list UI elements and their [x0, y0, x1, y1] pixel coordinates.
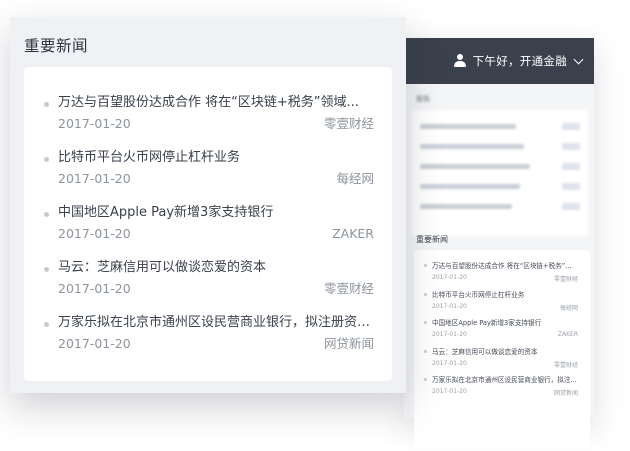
news-list: 万达与百望股份达成合作 将在“区块链+税务”领域... 2017-01-20 零壹…	[24, 67, 392, 381]
news-headline[interactable]: 万家乐拟在北京市通州区设民营商业银行，拟注册资本...	[58, 314, 374, 332]
news-source: 每经网	[336, 171, 374, 186]
news-source: 网贷新闻	[323, 336, 374, 351]
news-list-item[interactable]: 马云：芝麻信用可以做谈恋爱的资本 2017-01-20 零壹财经	[44, 259, 374, 314]
news-list-item[interactable]: 万达与百望股份达成合作 将在“区块链+税务”领域... 2017-01-20 零壹…	[44, 94, 374, 149]
mini-news-headline: 中国地区Apple Pay新增3家支持银行	[432, 319, 542, 327]
mini-news-headline: 万家乐拟在北京市通州区设民营商业银行，拟注...	[432, 376, 577, 384]
news-date: 2017-01-20	[58, 336, 131, 351]
mini-news-date: 2017-01-20	[432, 302, 467, 310]
mini-news-item[interactable]: 中国地区Apple Pay新增3家支持银行 2017-01-20 ZAKER	[422, 317, 582, 346]
mini-news-headline: 万达与百望股份达成合作 将在“区块链+税务”...	[432, 262, 572, 270]
news-date: 2017-01-20	[58, 226, 131, 241]
blurred-report-section: 报告	[412, 90, 588, 250]
news-list-item[interactable]: 比特币平台火币网停止杠杆业务 2017-01-20 每经网	[44, 149, 374, 204]
blurred-row	[420, 116, 580, 136]
mini-news-headline: 马云：芝麻信用可以做谈恋爱的资本	[432, 347, 538, 356]
background-dashboard: 下午好，开通金融 报告 重要新闻 万达与百望股份达成合作 将在“区块链+税务”.…	[404, 38, 594, 448]
blurred-row	[420, 196, 580, 216]
mini-news-item[interactable]: 马云：芝麻信用可以做谈恋爱的资本 2017-01-20 零壹财经	[422, 346, 582, 375]
news-list-item[interactable]: 万家乐拟在北京市通州区设民营商业银行，拟注册资本... 2017-01-20 网贷…	[44, 314, 374, 369]
mini-news-title: 重要新闻	[416, 235, 448, 244]
news-panel-title: 重要新闻	[24, 37, 89, 55]
blurred-report-card	[412, 110, 588, 236]
mini-news-date: 2017-01-20	[432, 331, 467, 338]
mini-news-headline: 比特币平台火币网停止杠杆业务	[432, 290, 525, 299]
news-date: 2017-01-20	[58, 281, 131, 296]
news-headline[interactable]: 比特币平台火币网停止杠杆业务	[58, 149, 374, 167]
mini-news-source: 每经网	[559, 304, 578, 312]
news-list-item[interactable]: 中国地区Apple Pay新增3家支持银行 2017-01-20 ZAKER	[44, 204, 374, 259]
mini-news-item[interactable]: 比特币平台火币网停止杠杆业务 2017-01-20 每经网	[422, 289, 582, 318]
mini-news-date: 2017-01-20	[432, 388, 467, 395]
user-greeting-menu[interactable]: 下午好，开通金融	[473, 53, 567, 69]
mini-news-source: ZAKER	[557, 331, 578, 338]
mini-news-card: 万达与百望股份达成合作 将在“区块链+税务”... 2017-01-20 零壹财经…	[414, 250, 590, 448]
blurred-row	[420, 136, 580, 156]
news-date: 2017-01-20	[58, 171, 131, 186]
news-source: 零壹财经	[323, 281, 374, 296]
blurred-row	[420, 156, 580, 176]
mini-news-source: 网贷新闻	[553, 390, 578, 397]
news-headline[interactable]: 万达与百望股份达成合作 将在“区块链+税务”领域...	[58, 94, 374, 112]
news-source: ZAKER	[332, 226, 374, 241]
blurred-row	[420, 176, 580, 196]
news-headline[interactable]: 中国地区Apple Pay新增3家支持银行	[58, 204, 374, 222]
mini-news-date: 2017-01-20	[432, 359, 467, 367]
mini-news-item[interactable]: 万家乐拟在北京市通州区设民营商业银行，拟注... 2017-01-20 网贷新闻	[422, 374, 582, 403]
news-date: 2017-01-20	[58, 116, 131, 131]
mini-news-date: 2017-01-20	[432, 274, 467, 281]
blurred-section-title: 报告	[416, 95, 430, 103]
mini-news-source: 零壹财经	[553, 276, 578, 283]
mini-news-item[interactable]: 万达与百望股份达成合作 将在“区块链+税务”... 2017-01-20 零壹财经	[422, 260, 582, 289]
news-panel: 重要新闻 万达与百望股份达成合作 将在“区块链+税务”领域... 2017-01…	[10, 17, 406, 393]
top-bar: 下午好，开通金融	[404, 38, 594, 84]
mini-news-source: 零壹财经	[553, 361, 578, 369]
news-headline[interactable]: 马云：芝麻信用可以做谈恋爱的资本	[58, 259, 374, 277]
user-icon[interactable]	[453, 54, 467, 68]
chevron-down-icon[interactable]	[573, 54, 584, 64]
news-source: 零壹财经	[323, 116, 374, 131]
